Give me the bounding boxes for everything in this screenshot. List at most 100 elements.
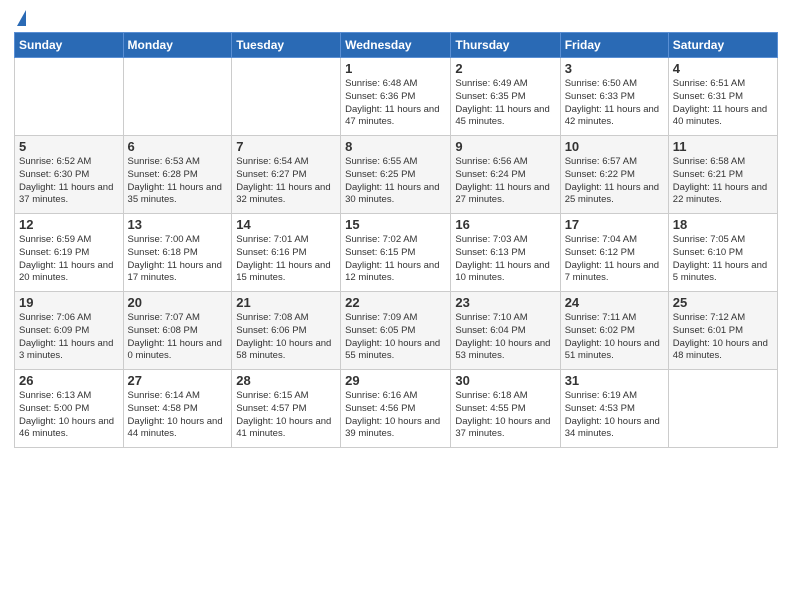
day-number: 1 bbox=[345, 61, 446, 76]
calendar-cell: 9 Sunrise: 6:56 AM Sunset: 6:24 PM Daylig… bbox=[451, 136, 560, 214]
calendar-cell: 20 Sunrise: 7:07 AM Sunset: 6:08 PM Dayli… bbox=[123, 292, 232, 370]
page: Sunday Monday Tuesday Wednesday Thursday… bbox=[0, 0, 792, 612]
calendar-cell: 16 Sunrise: 7:03 AM Sunset: 6:13 PM Dayli… bbox=[451, 214, 560, 292]
calendar-cell: 24 Sunrise: 7:11 AM Sunset: 6:02 PM Dayli… bbox=[560, 292, 668, 370]
day-info: Sunrise: 6:50 AM Sunset: 6:33 PM Dayligh… bbox=[565, 78, 664, 129]
calendar-cell bbox=[668, 370, 777, 448]
day-info: Sunrise: 7:08 AM Sunset: 6:06 PM Dayligh… bbox=[236, 312, 336, 363]
calendar-cell: 19 Sunrise: 7:06 AM Sunset: 6:09 PM Dayli… bbox=[15, 292, 124, 370]
day-number: 11 bbox=[673, 139, 773, 154]
calendar-week-row: 12 Sunrise: 6:59 AM Sunset: 6:19 PM Dayli… bbox=[15, 214, 778, 292]
calendar-cell: 13 Sunrise: 7:00 AM Sunset: 6:18 PM Dayli… bbox=[123, 214, 232, 292]
day-number: 4 bbox=[673, 61, 773, 76]
day-info: Sunrise: 6:13 AM Sunset: 5:00 PM Dayligh… bbox=[19, 390, 119, 441]
day-info: Sunrise: 6:16 AM Sunset: 4:56 PM Dayligh… bbox=[345, 390, 446, 441]
day-number: 3 bbox=[565, 61, 664, 76]
day-number: 16 bbox=[455, 217, 555, 232]
header bbox=[14, 10, 778, 24]
day-number: 9 bbox=[455, 139, 555, 154]
day-number: 26 bbox=[19, 373, 119, 388]
calendar-cell: 26 Sunrise: 6:13 AM Sunset: 5:00 PM Dayli… bbox=[15, 370, 124, 448]
calendar-cell bbox=[232, 58, 341, 136]
day-info: Sunrise: 6:48 AM Sunset: 6:36 PM Dayligh… bbox=[345, 78, 446, 129]
day-info: Sunrise: 6:49 AM Sunset: 6:35 PM Dayligh… bbox=[455, 78, 555, 129]
day-number: 25 bbox=[673, 295, 773, 310]
day-number: 19 bbox=[19, 295, 119, 310]
calendar-week-row: 26 Sunrise: 6:13 AM Sunset: 5:00 PM Dayli… bbox=[15, 370, 778, 448]
day-number: 2 bbox=[455, 61, 555, 76]
day-info: Sunrise: 7:06 AM Sunset: 6:09 PM Dayligh… bbox=[19, 312, 119, 363]
col-friday: Friday bbox=[560, 33, 668, 58]
day-info: Sunrise: 7:12 AM Sunset: 6:01 PM Dayligh… bbox=[673, 312, 773, 363]
calendar-cell: 14Sunrise: 7:01 AM Sunset: 6:16 PM Dayli… bbox=[232, 214, 341, 292]
calendar-cell: 15 Sunrise: 7:02 AM Sunset: 6:15 PM Dayli… bbox=[341, 214, 451, 292]
day-info: Sunrise: 7:09 AM Sunset: 6:05 PM Dayligh… bbox=[345, 312, 446, 363]
day-number: 13 bbox=[128, 217, 228, 232]
calendar-cell: 10 Sunrise: 6:57 AM Sunset: 6:22 PM Dayli… bbox=[560, 136, 668, 214]
day-info: Sunrise: 7:04 AM Sunset: 6:12 PM Dayligh… bbox=[565, 234, 664, 285]
logo bbox=[14, 10, 26, 24]
day-info: Sunrise: 6:51 AM Sunset: 6:31 PM Dayligh… bbox=[673, 78, 773, 129]
day-number: 28 bbox=[236, 373, 336, 388]
day-number: 24 bbox=[565, 295, 664, 310]
day-number: 21 bbox=[236, 295, 336, 310]
day-number: 8 bbox=[345, 139, 446, 154]
calendar-cell: 17 Sunrise: 7:04 AM Sunset: 6:12 PM Dayli… bbox=[560, 214, 668, 292]
col-tuesday: Tuesday bbox=[232, 33, 341, 58]
day-info: Sunrise: 6:54 AM Sunset: 6:27 PM Dayligh… bbox=[236, 156, 336, 207]
day-number: 30 bbox=[455, 373, 555, 388]
day-number: 20 bbox=[128, 295, 228, 310]
day-info: Sunrise: 6:14 AM Sunset: 4:58 PM Dayligh… bbox=[128, 390, 228, 441]
col-monday: Monday bbox=[123, 33, 232, 58]
day-info: Sunrise: 6:15 AM Sunset: 4:57 PM Dayligh… bbox=[236, 390, 336, 441]
day-info: Sunrise: 6:18 AM Sunset: 4:55 PM Dayligh… bbox=[455, 390, 555, 441]
calendar-cell: 6Sunrise: 6:53 AM Sunset: 6:28 PM Daylig… bbox=[123, 136, 232, 214]
day-info: Sunrise: 7:02 AM Sunset: 6:15 PM Dayligh… bbox=[345, 234, 446, 285]
calendar-cell: 4 Sunrise: 6:51 AM Sunset: 6:31 PM Daylig… bbox=[668, 58, 777, 136]
day-info: Sunrise: 6:52 AM Sunset: 6:30 PM Dayligh… bbox=[19, 156, 119, 207]
calendar-cell: 12 Sunrise: 6:59 AM Sunset: 6:19 PM Dayli… bbox=[15, 214, 124, 292]
day-number: 17 bbox=[565, 217, 664, 232]
col-thursday: Thursday bbox=[451, 33, 560, 58]
day-info: Sunrise: 7:00 AM Sunset: 6:18 PM Dayligh… bbox=[128, 234, 228, 285]
calendar-cell: 27 Sunrise: 6:14 AM Sunset: 4:58 PM Dayli… bbox=[123, 370, 232, 448]
calendar-cell: 31 Sunrise: 6:19 AM Sunset: 4:53 PM Dayli… bbox=[560, 370, 668, 448]
calendar-cell: 21 Sunrise: 7:08 AM Sunset: 6:06 PM Dayli… bbox=[232, 292, 341, 370]
day-info: Sunrise: 7:05 AM Sunset: 6:10 PM Dayligh… bbox=[673, 234, 773, 285]
calendar-cell: 3 Sunrise: 6:50 AM Sunset: 6:33 PM Daylig… bbox=[560, 58, 668, 136]
calendar-cell: 7Sunrise: 6:54 AM Sunset: 6:27 PM Daylig… bbox=[232, 136, 341, 214]
calendar-week-row: 19 Sunrise: 7:06 AM Sunset: 6:09 PM Dayli… bbox=[15, 292, 778, 370]
day-info: Sunrise: 6:59 AM Sunset: 6:19 PM Dayligh… bbox=[19, 234, 119, 285]
day-number: 10 bbox=[565, 139, 664, 154]
day-info: Sunrise: 7:07 AM Sunset: 6:08 PM Dayligh… bbox=[128, 312, 228, 363]
day-number: 12 bbox=[19, 217, 119, 232]
calendar-cell: 2 Sunrise: 6:49 AM Sunset: 6:35 PM Daylig… bbox=[451, 58, 560, 136]
day-info: Sunrise: 6:19 AM Sunset: 4:53 PM Dayligh… bbox=[565, 390, 664, 441]
calendar-header-row: Sunday Monday Tuesday Wednesday Thursday… bbox=[15, 33, 778, 58]
day-number: 15 bbox=[345, 217, 446, 232]
day-info: Sunrise: 6:53 AM Sunset: 6:28 PM Dayligh… bbox=[128, 156, 228, 207]
day-info: Sunrise: 7:11 AM Sunset: 6:02 PM Dayligh… bbox=[565, 312, 664, 363]
day-number: 18 bbox=[673, 217, 773, 232]
day-number: 31 bbox=[565, 373, 664, 388]
col-sunday: Sunday bbox=[15, 33, 124, 58]
calendar-cell: 30 Sunrise: 6:18 AM Sunset: 4:55 PM Dayli… bbox=[451, 370, 560, 448]
calendar-cell: 5 Sunrise: 6:52 AM Sunset: 6:30 PM Daylig… bbox=[15, 136, 124, 214]
day-info: Sunrise: 6:56 AM Sunset: 6:24 PM Dayligh… bbox=[455, 156, 555, 207]
day-number: 27 bbox=[128, 373, 228, 388]
calendar-cell: 8Sunrise: 6:55 AM Sunset: 6:25 PM Daylig… bbox=[341, 136, 451, 214]
day-info: Sunrise: 7:01 AM Sunset: 6:16 PM Dayligh… bbox=[236, 234, 336, 285]
calendar-cell: 18 Sunrise: 7:05 AM Sunset: 6:10 PM Dayli… bbox=[668, 214, 777, 292]
col-saturday: Saturday bbox=[668, 33, 777, 58]
calendar-cell: 1 Sunrise: 6:48 AM Sunset: 6:36 PM Daylig… bbox=[341, 58, 451, 136]
logo-triangle-icon bbox=[17, 10, 26, 26]
day-number: 29 bbox=[345, 373, 446, 388]
day-info: Sunrise: 7:03 AM Sunset: 6:13 PM Dayligh… bbox=[455, 234, 555, 285]
day-number: 5 bbox=[19, 139, 119, 154]
calendar-cell: 23Sunrise: 7:10 AM Sunset: 6:04 PM Dayli… bbox=[451, 292, 560, 370]
calendar-cell bbox=[123, 58, 232, 136]
day-number: 22 bbox=[345, 295, 446, 310]
day-info: Sunrise: 6:57 AM Sunset: 6:22 PM Dayligh… bbox=[565, 156, 664, 207]
day-info: Sunrise: 6:58 AM Sunset: 6:21 PM Dayligh… bbox=[673, 156, 773, 207]
col-wednesday: Wednesday bbox=[341, 33, 451, 58]
